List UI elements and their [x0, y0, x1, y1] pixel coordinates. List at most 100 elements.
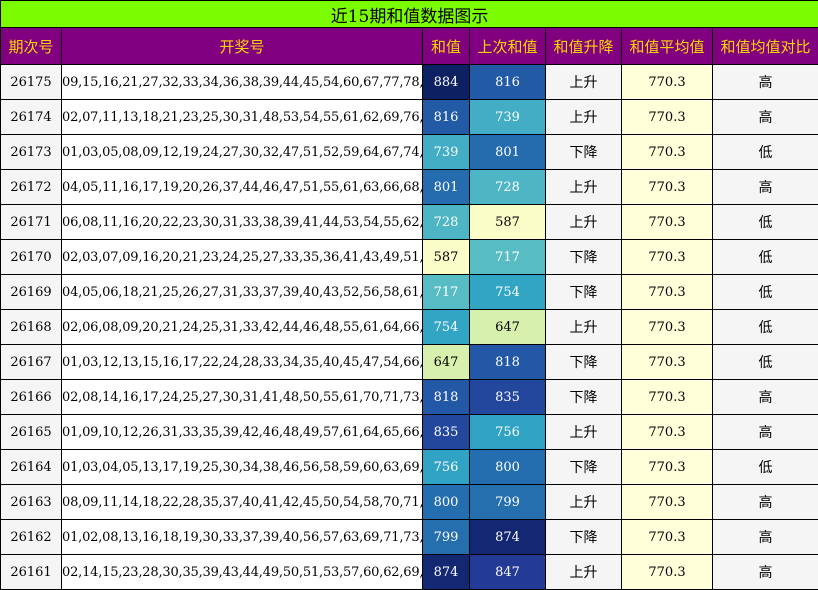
compare-cell: 高	[711, 414, 818, 450]
direction-cell: 上升	[545, 169, 622, 205]
direction-cell: 上升	[545, 554, 622, 590]
prev-sum-cell: 874	[469, 519, 546, 555]
sum-cell: 874	[422, 554, 470, 590]
header-direction: 和值升降	[545, 27, 622, 65]
prev-sum-cell: 587	[469, 204, 546, 240]
compare-cell: 低	[711, 309, 818, 345]
table-row: 26162 01,02,08,13,16,18,19,30,33,37,39,40…	[0, 519, 818, 555]
direction-cell: 上升	[545, 309, 622, 345]
prev-sum-cell: 717	[469, 239, 546, 275]
table-row: 26165 01,09,10,12,26,31,33,35,39,42,46,48…	[0, 414, 818, 450]
numbers-cell: 02,14,15,23,28,30,35,39,43,44,49,50,51,5…	[61, 554, 423, 590]
prev-sum-cell: 756	[469, 414, 546, 450]
period-cell: 26167	[0, 344, 62, 380]
period-cell: 26166	[0, 379, 62, 415]
direction-cell: 上升	[545, 414, 622, 450]
sum-cell: 818	[422, 379, 470, 415]
table-row: 26166 02,08,14,16,17,24,25,27,30,31,41,48…	[0, 379, 818, 415]
numbers-cell: 02,03,07,09,16,20,21,23,24,25,27,33,35,3…	[61, 239, 423, 275]
sum-cell: 756	[422, 449, 470, 485]
table-row: 26167 01,03,12,13,15,16,17,22,24,28,33,34…	[0, 344, 818, 380]
prev-sum-cell: 801	[469, 134, 546, 170]
compare-cell: 低	[711, 274, 818, 310]
header-row: 期次号 开奖号 和值 上次和值 和值升降 和值平均值 和值均值对比	[0, 27, 818, 65]
table-title: 近15期和值数据图示	[0, 0, 818, 28]
header-numbers: 开奖号	[61, 27, 423, 65]
period-cell: 26169	[0, 274, 62, 310]
compare-cell: 低	[711, 449, 818, 485]
period-cell: 26161	[0, 554, 62, 590]
average-cell: 770.3	[621, 134, 713, 170]
sum-cell: 884	[422, 64, 470, 100]
sum-cell: 739	[422, 134, 470, 170]
compare-cell: 高	[711, 169, 818, 205]
numbers-cell: 01,03,04,05,13,17,19,25,30,34,38,46,56,5…	[61, 449, 423, 485]
average-cell: 770.3	[621, 449, 713, 485]
direction-cell: 下降	[545, 379, 622, 415]
prev-sum-cell: 728	[469, 169, 546, 205]
table-row: 26171 06,08,11,16,20,22,23,30,31,33,38,39…	[0, 204, 818, 240]
average-cell: 770.3	[621, 344, 713, 380]
direction-cell: 上升	[545, 484, 622, 520]
sum-cell: 754	[422, 309, 470, 345]
prev-sum-cell: 799	[469, 484, 546, 520]
prev-sum-cell: 818	[469, 344, 546, 380]
period-cell: 26162	[0, 519, 62, 555]
average-cell: 770.3	[621, 519, 713, 555]
compare-cell: 高	[711, 379, 818, 415]
compare-cell: 低	[711, 134, 818, 170]
period-cell: 26171	[0, 204, 62, 240]
numbers-cell: 02,06,08,09,20,21,24,25,31,33,42,44,46,4…	[61, 309, 423, 345]
direction-cell: 上升	[545, 64, 622, 100]
average-cell: 770.3	[621, 484, 713, 520]
table-row: 26164 01,03,04,05,13,17,19,25,30,34,38,46…	[0, 449, 818, 485]
sum-cell: 801	[422, 169, 470, 205]
table-row: 26169 04,05,06,18,21,25,26,27,31,33,37,39…	[0, 274, 818, 310]
period-cell: 26172	[0, 169, 62, 205]
numbers-cell: 01,03,05,08,09,12,19,24,27,30,32,47,51,5…	[61, 134, 423, 170]
header-period: 期次号	[0, 27, 62, 65]
period-cell: 26174	[0, 99, 62, 135]
header-compare: 和值均值对比	[711, 27, 818, 65]
period-cell: 26164	[0, 449, 62, 485]
average-cell: 770.3	[621, 99, 713, 135]
period-cell: 26173	[0, 134, 62, 170]
table-row: 26170 02,03,07,09,16,20,21,23,24,25,27,33…	[0, 239, 818, 275]
prev-sum-cell: 647	[469, 309, 546, 345]
compare-cell: 低	[711, 239, 818, 275]
sum-cell: 647	[422, 344, 470, 380]
table-row: 26175 09,15,16,21,27,32,33,34,36,38,39,44…	[0, 64, 818, 100]
numbers-cell: 04,05,11,16,17,19,20,26,37,44,46,47,51,5…	[61, 169, 423, 205]
table-row: 26172 04,05,11,16,17,19,20,26,37,44,46,47…	[0, 169, 818, 205]
average-cell: 770.3	[621, 239, 713, 275]
period-cell: 26175	[0, 64, 62, 100]
numbers-cell: 02,08,14,16,17,24,25,27,30,31,41,48,50,5…	[61, 379, 423, 415]
period-cell: 26168	[0, 309, 62, 345]
average-cell: 770.3	[621, 309, 713, 345]
table-row: 26161 02,14,15,23,28,30,35,39,43,44,49,50…	[0, 554, 818, 590]
average-cell: 770.3	[621, 204, 713, 240]
sum-cell: 800	[422, 484, 470, 520]
average-cell: 770.3	[621, 64, 713, 100]
period-cell: 26163	[0, 484, 62, 520]
numbers-cell: 01,03,12,13,15,16,17,22,24,28,33,34,35,4…	[61, 344, 423, 380]
table-row: 26168 02,06,08,09,20,21,24,25,31,33,42,44…	[0, 309, 818, 345]
compare-cell: 高	[711, 99, 818, 135]
numbers-cell: 06,08,11,16,20,22,23,30,31,33,38,39,41,4…	[61, 204, 423, 240]
header-sum: 和值	[422, 27, 470, 65]
numbers-cell: 01,09,10,12,26,31,33,35,39,42,46,48,49,5…	[61, 414, 423, 450]
direction-cell: 上升	[545, 204, 622, 240]
direction-cell: 下降	[545, 519, 622, 555]
sum-cell: 717	[422, 274, 470, 310]
header-average: 和值平均值	[621, 27, 713, 65]
sum-cell: 835	[422, 414, 470, 450]
compare-cell: 高	[711, 484, 818, 520]
prev-sum-cell: 835	[469, 379, 546, 415]
direction-cell: 下降	[545, 274, 622, 310]
prev-sum-cell: 847	[469, 554, 546, 590]
period-cell: 26170	[0, 239, 62, 275]
prev-sum-cell: 816	[469, 64, 546, 100]
direction-cell: 下降	[545, 449, 622, 485]
average-cell: 770.3	[621, 379, 713, 415]
numbers-cell: 08,09,11,14,18,22,28,35,37,40,41,42,45,5…	[61, 484, 423, 520]
